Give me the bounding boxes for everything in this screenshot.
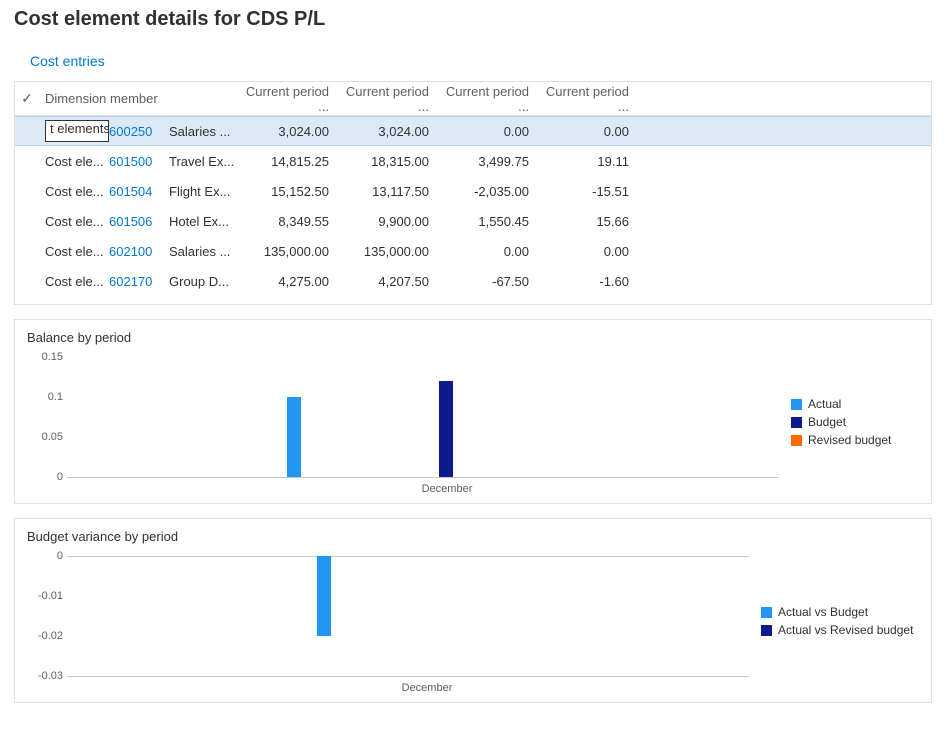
col-header-dimension[interactable]: Dimension member	[39, 91, 239, 106]
num-cell: 0.00	[439, 244, 539, 259]
x-category: December	[422, 483, 473, 495]
num-cell: 8,349.55	[239, 214, 339, 229]
y-tick: -0.03	[27, 670, 63, 682]
num-cell: -1.60	[539, 274, 639, 289]
bar-actual-vs-budget[interactable]	[317, 556, 331, 636]
swatch-icon	[761, 625, 772, 636]
legend-label: Budget	[808, 415, 846, 429]
dim-cell: Cost ele...	[39, 274, 109, 289]
table-row[interactable]: Cost ele... 601506 Hotel Ex... 8,349.55 …	[15, 206, 931, 236]
num-cell: 3,024.00	[339, 124, 439, 139]
bar-budget[interactable]	[439, 381, 453, 477]
desc-cell: Salaries ...	[169, 124, 239, 139]
num-cell: 13,117.50	[339, 184, 439, 199]
code-link[interactable]: 602100	[109, 244, 169, 259]
budget-variance-chart: Budget variance by period 0 -0.01 -0.02 …	[14, 518, 932, 703]
num-cell: 4,207.50	[339, 274, 439, 289]
desc-cell: Group D...	[169, 274, 239, 289]
bar-actual[interactable]	[287, 397, 301, 477]
legend-label: Actual vs Budget	[778, 605, 868, 619]
num-cell: -15.51	[539, 184, 639, 199]
num-cell: 1,550.45	[439, 214, 539, 229]
col-header-cp4[interactable]: Current period ...	[539, 84, 639, 114]
dim-cell: Cost ele...	[39, 214, 109, 229]
code-link[interactable]: 600250	[109, 124, 169, 139]
table-row[interactable]: Cost ele... 602170 Group D... 4,275.00 4…	[15, 266, 931, 296]
legend-label: Actual	[808, 397, 841, 411]
code-link[interactable]: 601500	[109, 154, 169, 169]
x-category: December	[402, 682, 453, 694]
chart-plot-area: 0.15 0.1 0.05 0 December	[27, 347, 779, 497]
num-cell: 14,815.25	[239, 154, 339, 169]
num-cell: 135,000.00	[339, 244, 439, 259]
y-tick: 0.05	[27, 431, 63, 443]
select-all-check-icon[interactable]: ✓	[21, 90, 33, 106]
num-cell: 15,152.50	[239, 184, 339, 199]
y-tick: -0.01	[27, 590, 63, 602]
balance-by-period-chart: Balance by period 0.15 0.1 0.05 0 Decemb…	[14, 319, 932, 504]
cost-element-grid: ✓ Dimension member Current period ... Cu…	[14, 81, 932, 305]
code-link[interactable]: 602170	[109, 274, 169, 289]
num-cell: 19.11	[539, 154, 639, 169]
code-link[interactable]: 601504	[109, 184, 169, 199]
num-cell: 4,275.00	[239, 274, 339, 289]
table-row[interactable]: Cost ele... 601504 Flight Ex... 15,152.5…	[15, 176, 931, 206]
desc-cell: Travel Ex...	[169, 154, 239, 169]
y-tick: 0	[27, 550, 63, 562]
swatch-icon	[791, 417, 802, 428]
num-cell: 3,024.00	[239, 124, 339, 139]
table-row[interactable]: Cost ele... 601500 Travel Ex... 14,815.2…	[15, 146, 931, 176]
grid-header-row: ✓ Dimension member Current period ... Cu…	[15, 82, 931, 116]
swatch-icon	[791, 399, 802, 410]
swatch-icon	[761, 607, 772, 618]
legend-label: Actual vs Revised budget	[778, 623, 913, 637]
num-cell: 0.00	[539, 124, 639, 139]
chart-legend: Actual vs Budget Actual vs Revised budge…	[749, 546, 919, 696]
legend-item-avr[interactable]: Actual vs Revised budget	[761, 623, 919, 637]
legend-label: Revised budget	[808, 433, 891, 447]
chart-legend: Actual Budget Revised budget	[779, 347, 919, 497]
chart-title: Budget variance by period	[27, 529, 919, 544]
num-cell: -2,035.00	[439, 184, 539, 199]
num-cell: 3,499.75	[439, 154, 539, 169]
legend-item-actual[interactable]: Actual	[791, 397, 919, 411]
num-cell: 135,000.00	[239, 244, 339, 259]
col-header-cp1[interactable]: Current period ...	[239, 84, 339, 114]
table-row[interactable]: t elements 600250 Salaries ... 3,024.00 …	[15, 116, 931, 146]
legend-item-revised[interactable]: Revised budget	[791, 433, 919, 447]
desc-cell: Hotel Ex...	[169, 214, 239, 229]
num-cell: 18,315.00	[339, 154, 439, 169]
num-cell: -67.50	[439, 274, 539, 289]
dim-cell: Cost ele...	[39, 244, 109, 259]
dim-cell: Cost ele...	[39, 154, 109, 169]
y-tick: 0.1	[27, 391, 63, 403]
desc-cell: Flight Ex...	[169, 184, 239, 199]
num-cell: 0.00	[539, 244, 639, 259]
chart-plot-area: 0 -0.01 -0.02 -0.03 December	[27, 546, 749, 696]
legend-item-budget[interactable]: Budget	[791, 415, 919, 429]
y-tick: 0.15	[27, 351, 63, 363]
num-cell: 0.00	[439, 124, 539, 139]
y-tick: 0	[27, 471, 63, 483]
swatch-icon	[791, 435, 802, 446]
chart-title: Balance by period	[27, 330, 919, 345]
table-row[interactable]: Cost ele... 602100 Salaries ... 135,000.…	[15, 236, 931, 266]
col-header-cp2[interactable]: Current period ...	[339, 84, 439, 114]
num-cell: 9,900.00	[339, 214, 439, 229]
page-title: Cost element details for CDS P/L	[0, 0, 946, 35]
legend-item-avb[interactable]: Actual vs Budget	[761, 605, 919, 619]
dimension-cell-editor[interactable]: t elements	[45, 120, 109, 142]
cost-entries-link[interactable]: Cost entries	[0, 35, 119, 81]
col-header-cp3[interactable]: Current period ...	[439, 84, 539, 114]
y-tick: -0.02	[27, 630, 63, 642]
dim-cell: Cost ele...	[39, 184, 109, 199]
code-link[interactable]: 601506	[109, 214, 169, 229]
num-cell: 15.66	[539, 214, 639, 229]
desc-cell: Salaries ...	[169, 244, 239, 259]
